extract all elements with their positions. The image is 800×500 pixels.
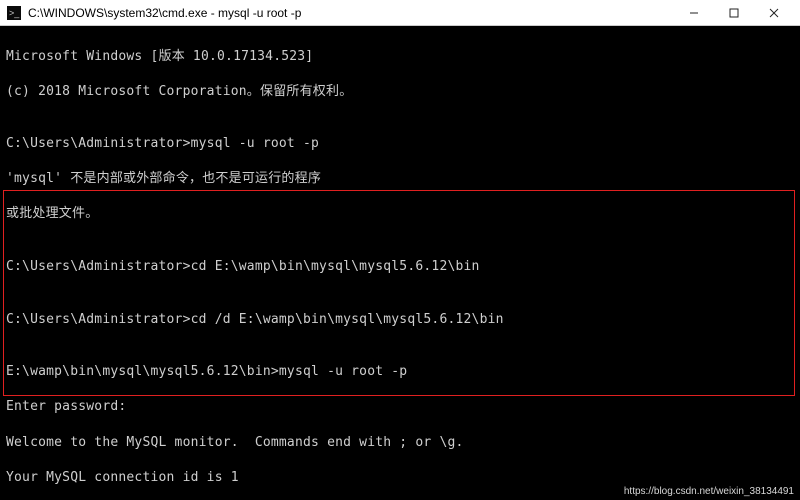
svg-text:>_: >_ [9, 8, 20, 18]
window-titlebar: >_ C:\WINDOWS\system32\cmd.exe - mysql -… [0, 0, 800, 26]
output-line: (c) 2018 Microsoft Corporation。保留所有权利。 [6, 83, 794, 101]
output-line: Enter password: [6, 398, 794, 416]
terminal-output[interactable]: Microsoft Windows [版本 10.0.17134.523] (c… [0, 26, 800, 486]
maximize-button[interactable] [714, 0, 754, 26]
output-line: Your MySQL connection id is 1 [6, 469, 794, 486]
close-button[interactable] [754, 0, 794, 26]
minimize-button[interactable] [674, 0, 714, 26]
output-line: C:\Users\Administrator>cd E:\wamp\bin\my… [6, 258, 794, 276]
window-controls [674, 0, 794, 26]
output-line: Welcome to the MySQL monitor. Commands e… [6, 434, 794, 452]
output-line: C:\Users\Administrator>cd /d E:\wamp\bin… [6, 311, 794, 329]
output-line: C:\Users\Administrator>mysql -u root -p [6, 135, 794, 153]
output-line: E:\wamp\bin\mysql\mysql5.6.12\bin>mysql … [6, 363, 794, 381]
output-line: 或批处理文件。 [6, 205, 794, 223]
window-title: C:\WINDOWS\system32\cmd.exe - mysql -u r… [28, 6, 674, 20]
source-watermark: https://blog.csdn.net/weixin_38134491 [622, 486, 796, 500]
output-line: 'mysql' 不是内部或外部命令，也不是可运行的程序 [6, 170, 794, 188]
output-line: Microsoft Windows [版本 10.0.17134.523] [6, 48, 794, 66]
cmd-icon: >_ [6, 5, 22, 21]
